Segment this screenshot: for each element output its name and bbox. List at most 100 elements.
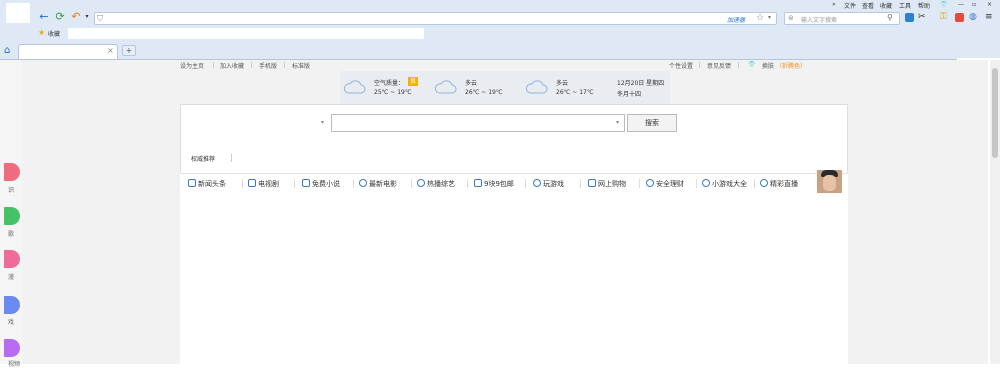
smile-icon (702, 179, 710, 187)
search-engine-dropdown-icon[interactable]: ▾ (321, 119, 324, 126)
divider (699, 62, 700, 68)
nav-movies[interactable]: 最新电影 (359, 178, 397, 190)
nav-mini-games[interactable]: 小游戏大全 (702, 178, 747, 190)
back-icon[interactable]: ← (38, 11, 50, 23)
nav-news[interactable]: 新闻头条 (188, 178, 226, 190)
search-dropdown-icon[interactable]: ▾ (616, 119, 619, 126)
page-body: 设为主页 加入收藏 手机版 标准版 个性设置 意见反馈 👕 换肤 （折腾色） 空… (22, 60, 988, 364)
refresh-icon[interactable]: ⟳ (54, 11, 66, 23)
link-add-favorite[interactable]: 加入收藏 (220, 61, 244, 70)
search-button[interactable]: 搜索 (627, 114, 677, 132)
nav-novel[interactable]: 免费小说 (302, 178, 340, 190)
undo-dropdown-icon[interactable]: ▾ (81, 11, 93, 23)
side-label-2: 歌 (8, 231, 15, 238)
scrollbar-thumb[interactable] (992, 68, 998, 158)
authority-tab[interactable]: 权威推荐 (191, 154, 215, 163)
close-window-icon[interactable]: × (987, 1, 992, 8)
scrollbar[interactable] (990, 60, 1000, 364)
avatar[interactable] (817, 170, 842, 195)
browser-search-box[interactable]: ⊜ 输入文字搜索 ⚲ (784, 12, 900, 25)
link-set-home[interactable]: 设为主页 (180, 61, 204, 70)
tab-bar: ⌂ × + (0, 42, 1000, 60)
globe-icon[interactable]: ◍ (969, 12, 977, 22)
key-icon[interactable]: ⚿ (940, 12, 947, 22)
side-label-1: 识 (8, 187, 15, 194)
shield-icon: ⛉ (97, 14, 103, 23)
menu-view[interactable]: 查看 (862, 1, 874, 10)
restore-icon[interactable]: ▫ (972, 1, 976, 8)
menu-favorites[interactable]: 收藏 (880, 1, 892, 10)
book-icon (302, 179, 310, 187)
tv-icon (248, 179, 256, 187)
expand-icon[interactable]: » (832, 1, 836, 8)
divider (580, 179, 581, 188)
nav-label: 新闻头条 (198, 180, 226, 188)
side-button-2[interactable] (4, 207, 20, 225)
nav-games[interactable]: 玩游戏 (533, 178, 564, 190)
weather-temp-3: 26℃ ~ 17℃ (556, 89, 594, 96)
star-dropdown-icon[interactable]: ▾ (768, 14, 771, 21)
weather-temp-2: 26℃ ~ 19℃ (465, 89, 503, 96)
menu-tools[interactable]: 工具 (899, 1, 911, 10)
menu-icon[interactable]: ≡ (985, 12, 993, 22)
cloud-icon (525, 80, 548, 94)
minimize-icon[interactable]: — (958, 1, 964, 8)
link-feedback[interactable]: 意见反馈 (707, 61, 731, 70)
finance-icon (646, 179, 654, 187)
side-button-3[interactable] (4, 250, 20, 268)
nav-label: 玩游戏 (543, 180, 564, 188)
lunar-date: 冬月十四 (617, 91, 642, 98)
tab-active[interactable]: × (18, 44, 118, 59)
side-button-4[interactable] (4, 296, 20, 314)
nav-deals[interactable]: 9块9包邮 (474, 178, 514, 190)
nav-finance[interactable]: 安全理财 (646, 178, 684, 190)
address-bar[interactable]: ⛉ 加速器 ☆ ▾ (94, 12, 777, 25)
weather-title-3: 多云 (556, 80, 569, 87)
skin-button[interactable]: 换肤 (762, 61, 774, 70)
new-tab-button[interactable]: + (122, 45, 136, 56)
nav-label: 安全理财 (656, 180, 684, 188)
home-icon[interactable]: ⌂ (4, 45, 10, 56)
weather-temp-1: 25℃ ~ 19℃ (374, 89, 412, 96)
browser-search-placeholder: 输入文字搜索 (801, 17, 838, 24)
tool-icon-2[interactable]: ✂ (918, 12, 926, 22)
film-icon (359, 179, 367, 187)
tool-icon-1[interactable] (905, 13, 914, 22)
link-standard[interactable]: 标准版 (292, 61, 310, 70)
favorites-strip (68, 28, 424, 39)
weather-widget[interactable]: 空气质量： 良 25℃ ~ 19℃ 多云 26℃ ~ 19℃ 多云 26℃ ~ … (340, 71, 670, 104)
accelerator-button[interactable]: 加速器 (727, 15, 745, 24)
nav-label: 网上购物 (598, 180, 626, 188)
nav-live[interactable]: 精彩直播 (760, 178, 798, 190)
side-button-1[interactable] (4, 163, 20, 181)
nav-label: 电视剧 (258, 180, 279, 188)
link-personal-settings[interactable]: 个性设置 (669, 61, 693, 70)
weather-title-2: 多云 (465, 80, 478, 87)
side-label-4: 戏 (8, 319, 15, 326)
app-icon[interactable] (955, 13, 964, 22)
shirt-icon[interactable]: 👕 (940, 1, 947, 8)
menu-help[interactable]: 帮助 (918, 1, 930, 10)
nav-variety[interactable]: 热播综艺 (417, 178, 455, 190)
nav-tv[interactable]: 电视剧 (248, 178, 279, 190)
search-icon[interactable]: ⚲ (887, 13, 893, 22)
link-mobile[interactable]: 手机版 (259, 61, 277, 70)
side-label-3: 漫 (8, 274, 15, 281)
divider (467, 179, 468, 188)
favorites-label[interactable]: 收藏 (48, 29, 60, 38)
cloud-icon (434, 80, 457, 94)
search-engine-icon[interactable]: ⊜ (788, 14, 794, 22)
nav-shopping[interactable]: 网上购物 (588, 178, 626, 190)
menu-file[interactable]: 文件 (844, 1, 856, 10)
search-input[interactable]: ▾ (331, 114, 625, 132)
divider (251, 62, 252, 68)
divider (525, 179, 526, 188)
star-icon[interactable]: ☆ (756, 13, 764, 23)
content-area (180, 193, 848, 364)
avatar-face (823, 175, 836, 191)
tab-close-icon[interactable]: × (107, 46, 114, 55)
window-icon (6, 3, 30, 23)
skin-extra[interactable]: （折腾色） (776, 61, 806, 70)
side-button-5[interactable] (4, 339, 20, 357)
divider (242, 179, 243, 188)
